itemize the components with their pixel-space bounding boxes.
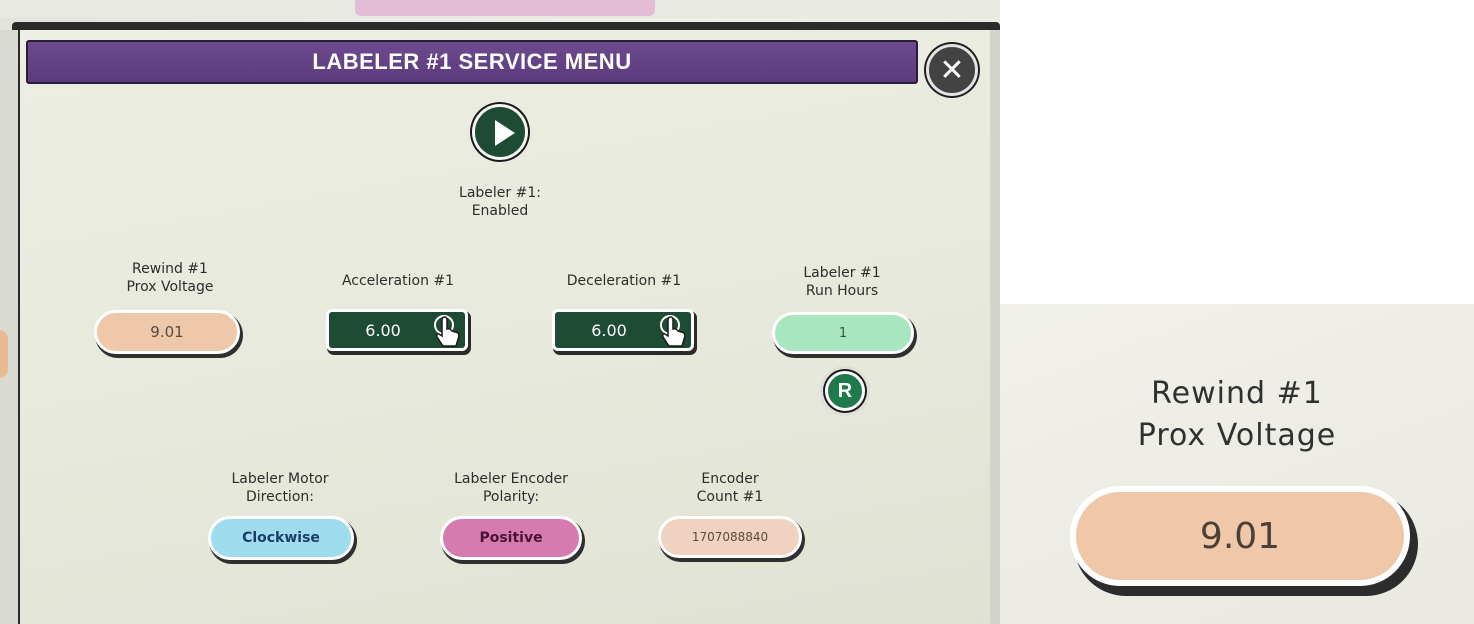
rewind-label-line1: Rewind #1: [132, 261, 208, 277]
deceleration-label: Deceleration #1: [566, 273, 682, 289]
background-window-edge: [0, 30, 18, 624]
inset-prox-voltage-field: 9.01: [1070, 486, 1410, 586]
motor-direction-toggle[interactable]: Clockwise: [208, 516, 354, 560]
encoder-polarity-label-line2: Polarity:: [482, 489, 540, 505]
close-icon: ✕: [939, 52, 965, 88]
motor-direction-label-line1: Labeler Motor: [231, 471, 329, 487]
close-button[interactable]: ✕: [926, 44, 978, 96]
acceleration-value: 6.00: [365, 320, 401, 340]
motor-direction-label: Labeler Motor Direction:: [205, 470, 355, 506]
labeler-status-line1: Labeler #1:: [459, 185, 541, 201]
run-hours-label-line1: Labeler #1: [803, 265, 881, 281]
motor-direction-label-line2: Direction:: [246, 489, 314, 505]
inset-prox-voltage-value: 9.01: [1199, 515, 1281, 557]
bezel-logo: [355, 0, 655, 16]
window-title: LABELER #1 SERVICE MENU: [312, 49, 632, 74]
encoder-count-label-line1: Encoder: [701, 471, 759, 487]
rewind-prox-voltage-value: 9.01: [150, 323, 184, 341]
touch-hand-icon: [434, 315, 460, 347]
encoder-count-value: 1707088840: [691, 530, 769, 544]
rewind-label-line2: Prox Voltage: [126, 279, 214, 295]
background-window-edge-right: [990, 30, 1000, 624]
run-hours-label: Labeler #1 Run Hours: [772, 264, 912, 300]
background-field: [0, 330, 8, 378]
title-bar: LABELER #1 SERVICE MENU: [26, 40, 918, 84]
encoder-polarity-toggle[interactable]: Positive: [440, 516, 582, 560]
labeler-status-line2: Enabled: [471, 203, 529, 219]
inset-label-line2: Prox Voltage: [1137, 418, 1337, 453]
reset-icon: R: [825, 371, 865, 411]
encoder-polarity-value: Positive: [479, 530, 543, 546]
encoder-polarity-label-line1: Labeler Encoder: [454, 471, 568, 487]
labeler-enable-button[interactable]: [472, 104, 528, 160]
encoder-count-field: 1707088840: [658, 516, 802, 558]
play-icon: [495, 120, 515, 146]
labeler-status-label: Labeler #1: Enabled: [430, 184, 570, 220]
encoder-polarity-label: Labeler Encoder Polarity:: [426, 470, 596, 506]
photo-panel: LABELER #1 SERVICE MENU ✕ Labeler #1: En…: [0, 0, 1000, 624]
run-hours-reset-button[interactable]: R: [820, 366, 870, 416]
encoder-count-label-line2: Count #1: [696, 489, 764, 505]
motor-direction-value: Clockwise: [242, 530, 320, 546]
rewind-label: Rewind #1 Prox Voltage: [100, 260, 240, 296]
deceleration-value: 6.00: [591, 320, 627, 340]
encoder-count-label: Encoder Count #1: [660, 470, 800, 506]
run-hours-value: 1: [838, 325, 848, 341]
run-hours-field: 1: [772, 312, 914, 354]
run-hours-label-line2: Run Hours: [805, 283, 879, 299]
rewind-prox-voltage-field: 9.01: [94, 310, 240, 354]
zoom-inset: Rewind #1 Prox Voltage 9.01: [1000, 304, 1474, 624]
acceleration-label: Acceleration #1: [341, 273, 455, 289]
touch-hand-icon: [660, 315, 686, 347]
inset-label-line1: Rewind #1: [1151, 376, 1323, 411]
